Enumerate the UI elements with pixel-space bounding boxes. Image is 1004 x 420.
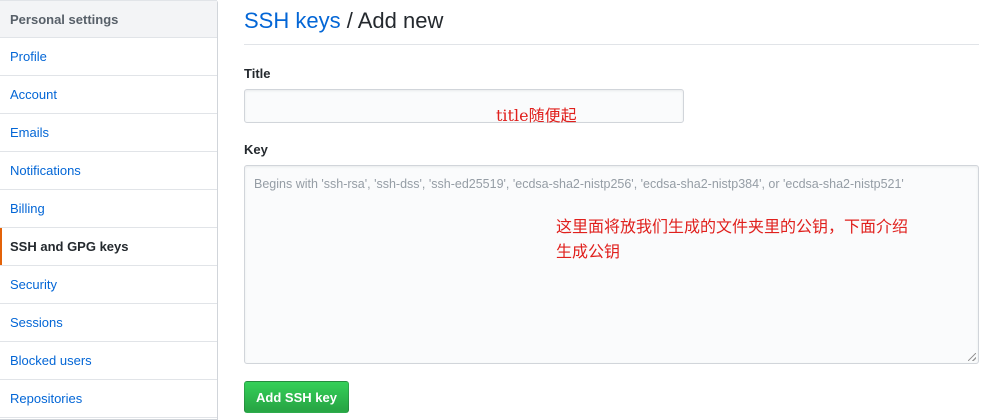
title-label: Title [244,66,271,81]
sidebar-item-blocked-users[interactable]: Blocked users [0,342,217,380]
sidebar-item-security[interactable]: Security [0,266,217,304]
main-content: SSH keys / Add new Title Key Begins with… [244,0,979,364]
sidebar-item-emails[interactable]: Emails [0,114,217,152]
sidebar-item-sessions[interactable]: Sessions [0,304,217,342]
key-annotation-line2: 生成公钥 [556,242,621,261]
add-ssh-key-button[interactable]: Add SSH key [244,381,349,413]
breadcrumb-current: Add new [357,8,444,33]
key-annotation-line1: 这里面将放我们生成的文件夹里的公钥，下面介绍 [556,217,909,236]
key-label: Key [244,142,268,157]
title-input[interactable] [244,89,684,123]
key-textarea[interactable]: Begins with 'ssh-rsa', 'ssh-dss', 'ssh-e… [244,165,979,364]
sidebar-item-account[interactable]: Account [0,76,217,114]
key-placeholder: Begins with 'ssh-rsa', 'ssh-dss', 'ssh-e… [254,177,904,191]
sidebar-item-repositories[interactable]: Repositories [0,380,217,418]
sidebar-item-notifications[interactable]: Notifications [0,152,217,190]
breadcrumb-separator: / [340,8,358,33]
breadcrumb-ssh-keys-link[interactable]: SSH keys [244,8,341,33]
sidebar-item-profile[interactable]: Profile [0,38,217,76]
sidebar-item-ssh-gpg-keys[interactable]: SSH and GPG keys [0,228,217,266]
title-annotation: title随便起 [496,106,577,125]
resize-grip-icon[interactable] [968,353,976,361]
settings-sidebar: Personal settings Profile Account Emails… [0,0,218,420]
sidebar-item-billing[interactable]: Billing [0,190,217,228]
page-title: SSH keys / Add new [244,0,979,45]
sidebar-header: Personal settings [0,0,217,38]
key-annotation: 这里面将放我们生成的文件夹里的公钥，下面介绍 生成公钥 [556,214,908,264]
